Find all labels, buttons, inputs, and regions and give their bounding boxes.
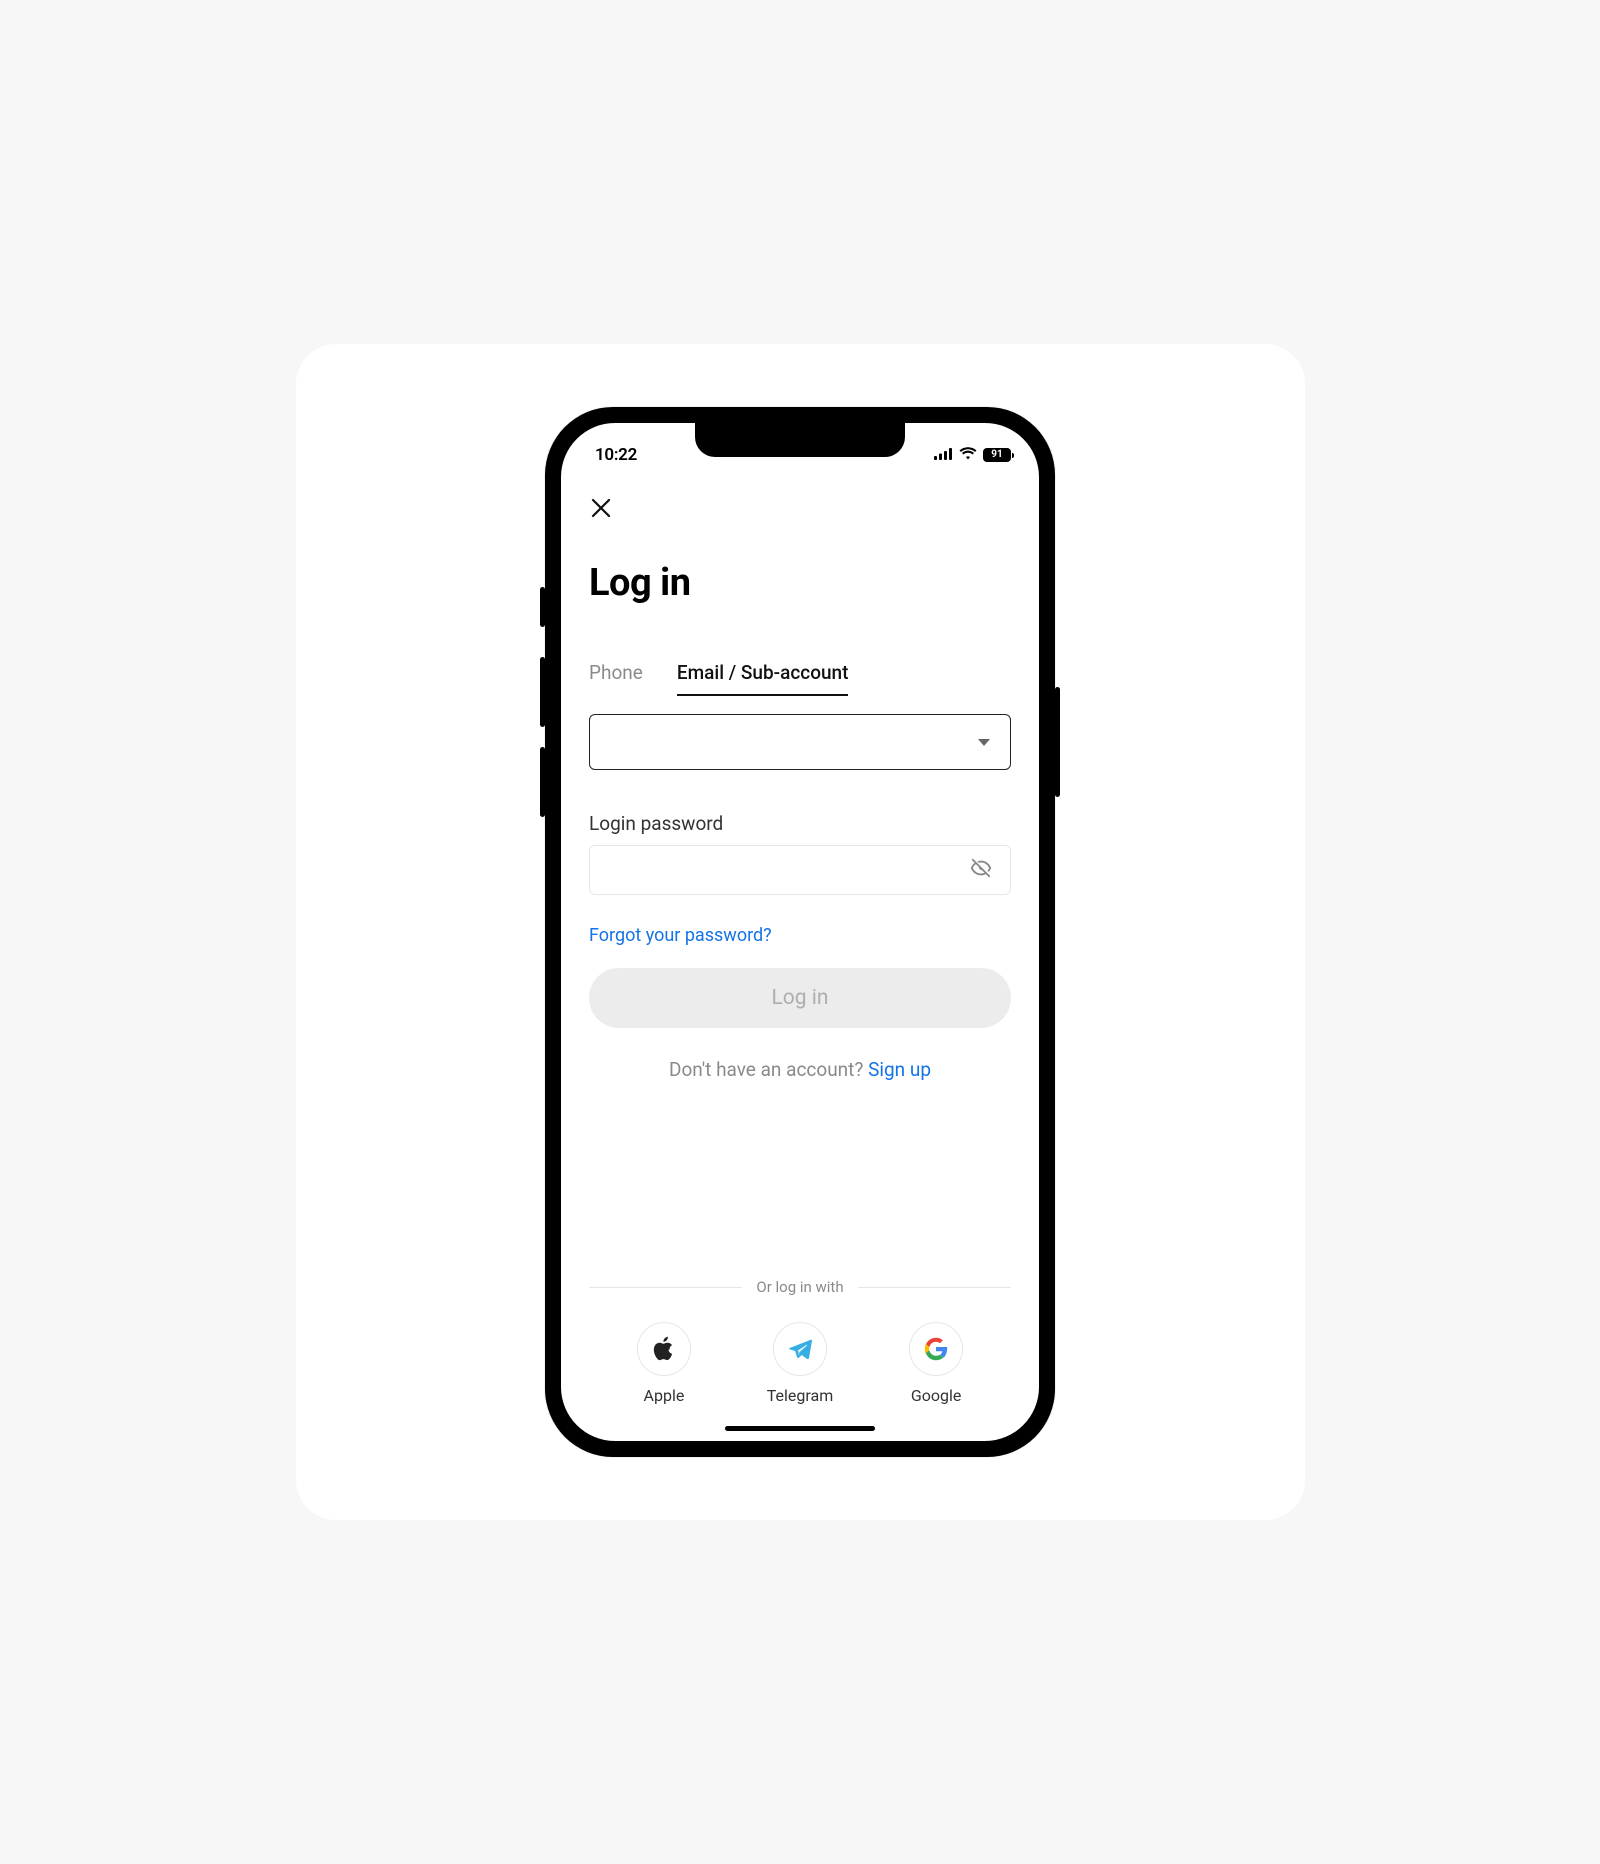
phone-side-button	[1055, 687, 1060, 797]
tab-phone[interactable]: Phone	[589, 661, 643, 696]
battery-level: 91	[991, 450, 1002, 460]
password-label: Login password	[589, 812, 1011, 835]
divider-line	[858, 1287, 1011, 1288]
app-showcase-frame: 10:22 91	[296, 344, 1305, 1520]
social-label-telegram: Telegram	[767, 1386, 833, 1405]
google-icon	[909, 1322, 963, 1376]
social-login-telegram[interactable]: Telegram	[767, 1322, 833, 1405]
password-field[interactable]	[589, 845, 1011, 895]
phone-side-button	[540, 657, 545, 727]
divider-line	[589, 1287, 742, 1288]
social-login-google[interactable]: Google	[909, 1322, 963, 1405]
eye-off-icon[interactable]	[970, 857, 992, 883]
battery-icon: 91	[983, 448, 1011, 462]
apple-icon	[637, 1322, 691, 1376]
social-login-apple[interactable]: Apple	[637, 1322, 691, 1405]
phone-side-button	[540, 747, 545, 817]
forgot-password-link[interactable]: Forgot your password?	[589, 925, 1011, 946]
status-time: 10:22	[595, 445, 637, 465]
page-title: Log in	[589, 561, 1011, 605]
signup-prompt: Don't have an account? Sign up	[589, 1058, 1011, 1081]
phone-notch	[695, 423, 905, 457]
tab-email[interactable]: Email / Sub-account	[677, 661, 849, 696]
email-account-select[interactable]	[589, 714, 1011, 770]
divider-text: Or log in with	[756, 1278, 843, 1296]
home-indicator[interactable]	[725, 1426, 875, 1431]
cellular-icon	[934, 445, 953, 465]
social-label-apple: Apple	[644, 1386, 685, 1405]
login-screen: Log in Phone Email / Sub-account Login p…	[561, 479, 1039, 1441]
signup-link[interactable]: Sign up	[868, 1058, 931, 1081]
social-label-google: Google	[911, 1386, 962, 1405]
social-login-divider: Or log in with	[589, 1278, 1011, 1296]
social-login-row: Apple Telegram Google	[599, 1322, 1001, 1441]
close-icon[interactable]	[591, 495, 611, 525]
telegram-icon	[773, 1322, 827, 1376]
wifi-icon	[959, 445, 977, 465]
phone-side-button	[540, 587, 545, 627]
login-method-tabs: Phone Email / Sub-account	[589, 661, 1011, 696]
status-indicators: 91	[934, 445, 1011, 465]
login-button[interactable]: Log in	[589, 968, 1011, 1028]
chevron-down-icon	[978, 739, 990, 746]
phone-screen: 10:22 91	[561, 423, 1039, 1441]
signup-prompt-text: Don't have an account?	[669, 1058, 868, 1081]
phone-frame: 10:22 91	[545, 407, 1055, 1457]
